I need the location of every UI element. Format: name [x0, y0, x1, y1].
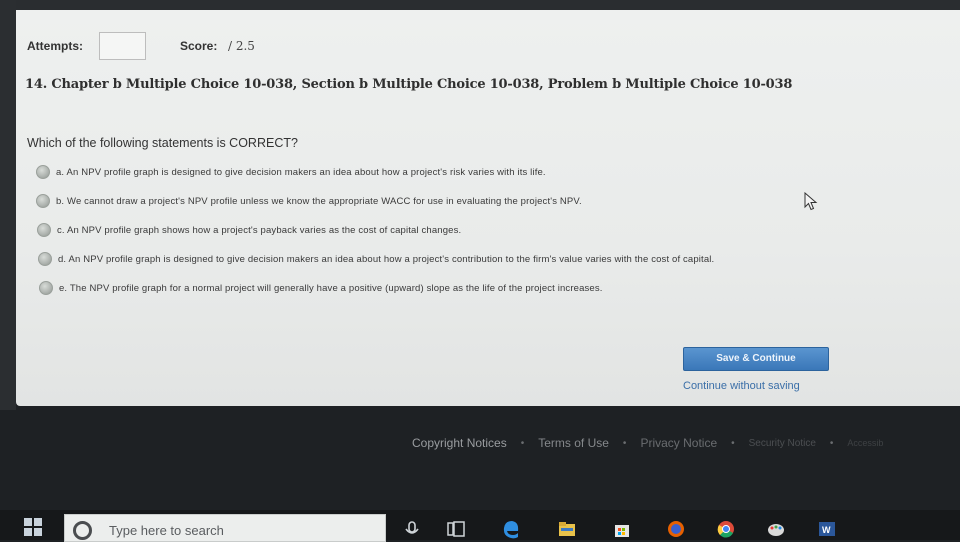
firefox-icon[interactable] [666, 519, 686, 539]
terms-of-use-link[interactable]: Terms of Use [538, 436, 609, 450]
choice-d-label: d. An NPV profile graph is designed to g… [58, 253, 715, 265]
windows-taskbar: Type here to search W [0, 510, 960, 542]
footer-links: Copyright Notices • Terms of Use • Priva… [412, 436, 883, 450]
svg-text:W: W [822, 525, 831, 535]
question-title: 14. Chapter b Multiple Choice 10-038, Se… [25, 77, 793, 92]
choice-b-label: b. We cannot draw a project's NPV profil… [56, 195, 582, 207]
choice-b[interactable]: b. We cannot draw a project's NPV profil… [36, 194, 582, 208]
paint-icon[interactable] [766, 519, 786, 539]
word-icon[interactable]: W [817, 519, 837, 539]
chrome-icon[interactable] [716, 519, 736, 539]
continue-without-saving-link[interactable]: Continue without saving [683, 380, 800, 392]
footer-separator: • [520, 437, 525, 449]
choice-e[interactable]: e. The NPV profile graph for a normal pr… [39, 281, 603, 295]
store-icon[interactable] [612, 519, 632, 539]
accessibility-link[interactable]: Accessib [847, 438, 883, 448]
choice-c-label: c. An NPV profile graph shows how a proj… [57, 224, 462, 236]
save-continue-button[interactable]: Save & Continue [683, 347, 829, 371]
attempts-field [99, 32, 146, 60]
question-prompt: Which of the following statements is COR… [27, 136, 298, 150]
score-value: / 2.5 [228, 39, 255, 53]
radio-button-a[interactable] [36, 165, 50, 179]
security-notice-link[interactable]: Security Notice [749, 438, 816, 449]
windows-start-icon[interactable] [24, 518, 42, 536]
file-explorer-icon[interactable] [557, 519, 577, 539]
radio-button-c[interactable] [37, 223, 51, 237]
screen-bezel-top [0, 0, 960, 10]
mouse-cursor-icon [804, 192, 818, 211]
cortana-icon [73, 521, 92, 540]
task-view-icon[interactable] [446, 519, 466, 539]
choice-c[interactable]: c. An NPV profile graph shows how a proj… [37, 223, 461, 237]
choice-a-label: a. An NPV profile graph is designed to g… [56, 166, 546, 178]
choice-a[interactable]: a. An NPV profile graph is designed to g… [36, 165, 546, 179]
footer-separator: • [731, 437, 735, 449]
footer-separator: • [622, 437, 627, 449]
taskbar-search-box[interactable]: Type here to search [64, 514, 386, 542]
attempts-label: Attempts: [27, 39, 83, 53]
microphone-icon[interactable] [402, 519, 422, 539]
radio-button-e[interactable] [39, 281, 53, 295]
radio-button-b[interactable] [36, 194, 50, 208]
question-panel: Attempts: Score: / 2.5 14. Chapter b Mul… [16, 10, 960, 406]
choice-e-label: e. The NPV profile graph for a normal pr… [59, 282, 603, 294]
radio-button-d[interactable] [38, 252, 52, 266]
search-placeholder: Type here to search [109, 523, 224, 538]
choice-d[interactable]: d. An NPV profile graph is designed to g… [38, 252, 714, 266]
copyright-notices-link[interactable]: Copyright Notices [412, 436, 507, 450]
privacy-notice-link[interactable]: Privacy Notice [640, 436, 717, 450]
screen-bezel-left [0, 0, 16, 410]
footer-separator: • [829, 437, 834, 449]
edge-icon[interactable] [501, 519, 521, 539]
score-label: Score: [180, 39, 218, 53]
